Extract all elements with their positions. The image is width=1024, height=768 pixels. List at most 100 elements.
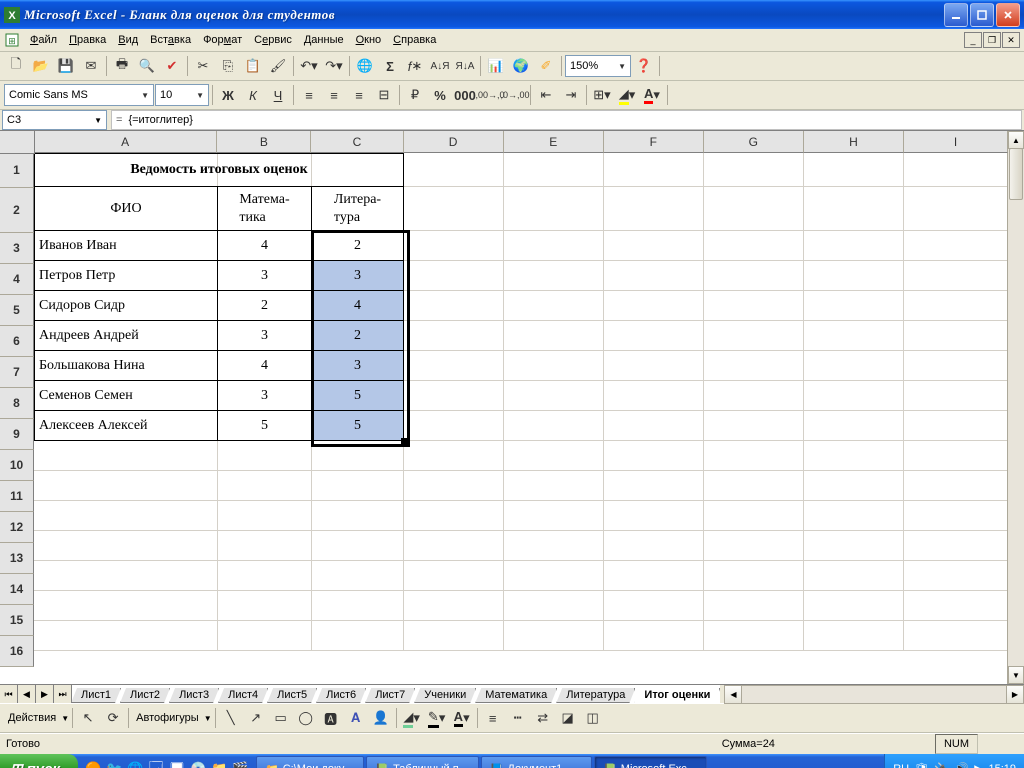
sort-desc-button[interactable]: Я↓А <box>453 54 477 78</box>
line-color-button[interactable]: ✎▾ <box>425 706 449 730</box>
comma-button[interactable]: 000 <box>453 83 477 107</box>
column-header[interactable]: A <box>34 131 217 153</box>
cell[interactable] <box>504 187 604 231</box>
cell[interactable] <box>804 621 904 651</box>
lit-cell[interactable]: 5 <box>312 411 404 441</box>
cell[interactable] <box>404 501 504 531</box>
save-button[interactable]: 💾 <box>54 54 78 78</box>
system-tray[interactable]: RU 🛡 🔌 🔊 ▶ 15:19 <box>884 754 1024 768</box>
cell[interactable] <box>404 153 504 187</box>
cell[interactable] <box>604 411 704 441</box>
maximize-button[interactable] <box>970 3 994 27</box>
font-color-draw-button[interactable]: A▾ <box>450 706 474 730</box>
cell[interactable] <box>904 187 1008 231</box>
sheet-tab[interactable]: Лист3 <box>169 688 219 703</box>
format-painter-button[interactable]: 🖌 <box>266 54 290 78</box>
cell[interactable] <box>904 471 1008 501</box>
cell[interactable] <box>604 531 704 561</box>
cell[interactable] <box>312 591 404 621</box>
ql-icon[interactable]: 📁 <box>210 758 228 768</box>
sheet-tab[interactable]: Лист6 <box>316 688 366 703</box>
row-header[interactable]: 11 <box>0 481 34 512</box>
cell[interactable] <box>218 591 312 621</box>
row-header[interactable]: 9 <box>0 419 34 450</box>
cell[interactable] <box>218 471 312 501</box>
cell[interactable] <box>904 531 1008 561</box>
name-cell[interactable]: Алексеев Алексей <box>34 411 218 441</box>
cell[interactable] <box>34 531 218 561</box>
lit-cell[interactable]: 4 <box>312 291 404 321</box>
cell[interactable] <box>804 351 904 381</box>
cell[interactable] <box>904 621 1008 651</box>
cell[interactable] <box>404 351 504 381</box>
cell[interactable] <box>604 153 704 187</box>
paste-button[interactable]: 📋 <box>241 54 265 78</box>
cell[interactable] <box>404 471 504 501</box>
open-button[interactable]: 📂 <box>29 54 53 78</box>
cell[interactable] <box>404 187 504 231</box>
menu-help[interactable]: Справка <box>387 32 442 48</box>
ql-icon[interactable]: 🖥 <box>168 758 186 768</box>
column-header[interactable]: C <box>311 131 403 153</box>
cell[interactable] <box>312 501 404 531</box>
ql-icon[interactable]: 🗔 <box>147 758 165 768</box>
cell[interactable] <box>504 591 604 621</box>
font-combo[interactable]: Comic Sans MS▼ <box>4 84 154 106</box>
name-cell[interactable]: Семенов Семен <box>34 381 218 411</box>
menu-tools[interactable]: Сервис <box>248 32 298 48</box>
cell[interactable] <box>604 321 704 351</box>
name-cell[interactable]: Андреев Андрей <box>34 321 218 351</box>
sheet-tab[interactable]: Математика <box>475 688 557 703</box>
row-header[interactable]: 4 <box>0 264 34 295</box>
cell[interactable] <box>704 291 804 321</box>
row-header[interactable]: 12 <box>0 512 34 543</box>
scroll-down-button[interactable]: ▼ <box>1008 666 1024 684</box>
math-cell[interactable]: 3 <box>218 381 312 411</box>
row-header[interactable]: 3 <box>0 233 34 264</box>
minimize-button[interactable] <box>944 3 968 27</box>
cell[interactable] <box>504 501 604 531</box>
decrease-indent-button[interactable]: ⇤ <box>534 83 558 107</box>
increase-decimal-button[interactable]: ,00→,0 <box>478 83 502 107</box>
cell[interactable] <box>34 471 218 501</box>
menu-insert[interactable]: Вставка <box>144 32 197 48</box>
draw-actions-menu[interactable]: Действия <box>4 712 60 724</box>
row-header[interactable]: 7 <box>0 357 34 388</box>
math-cell[interactable]: 5 <box>218 411 312 441</box>
cell[interactable] <box>504 261 604 291</box>
cell[interactable] <box>704 381 804 411</box>
new-button[interactable]: 🗋 <box>4 54 28 78</box>
email-button[interactable]: ✉ <box>79 54 103 78</box>
cell[interactable] <box>404 291 504 321</box>
name-cell[interactable]: Петров Петр <box>34 261 218 291</box>
title-cell[interactable]: Ведомость итоговых оценок <box>34 153 404 187</box>
wordart-button[interactable]: 𝐀 <box>344 706 368 730</box>
cell[interactable] <box>904 291 1008 321</box>
cell[interactable] <box>704 351 804 381</box>
row-header[interactable]: 8 <box>0 388 34 419</box>
function-button[interactable]: f∗ <box>403 54 427 78</box>
cell[interactable] <box>404 621 504 651</box>
increase-indent-button[interactable]: ⇥ <box>559 83 583 107</box>
math-cell[interactable]: 3 <box>218 321 312 351</box>
header-fio[interactable]: ФИО <box>34 187 218 231</box>
bold-button[interactable]: Ж <box>216 83 240 107</box>
mdi-restore-button[interactable]: ❐ <box>983 32 1001 48</box>
sheet-tab[interactable]: Лист5 <box>267 688 317 703</box>
cell[interactable] <box>218 561 312 591</box>
cell[interactable] <box>218 531 312 561</box>
cell[interactable] <box>704 471 804 501</box>
cell[interactable] <box>504 231 604 261</box>
cell[interactable] <box>218 501 312 531</box>
cell[interactable] <box>404 231 504 261</box>
scroll-left-button[interactable]: ◀ <box>725 686 742 703</box>
row-header[interactable]: 1 <box>0 153 34 188</box>
lang-indicator[interactable]: RU <box>893 763 909 768</box>
cell[interactable] <box>504 321 604 351</box>
name-cell[interactable]: Большакова Нина <box>34 351 218 381</box>
cell[interactable] <box>804 187 904 231</box>
header-math[interactable]: Матема-тика <box>218 187 312 231</box>
cell[interactable] <box>704 321 804 351</box>
spreadsheet-grid[interactable]: ABCDEFGHI 12345678910111213141516 Ведомо… <box>0 131 1024 684</box>
cell[interactable] <box>312 471 404 501</box>
